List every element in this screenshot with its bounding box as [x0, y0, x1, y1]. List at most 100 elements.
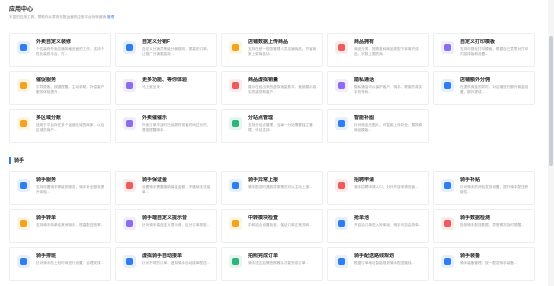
scrollbar[interactable]: [548, 0, 554, 286]
app-card[interactable]: 抢单池 开启后订单进入抢单池，骑手可自由抢单...: [327, 209, 429, 243]
app-card-desc: 检测骑手配送数据，异常情况及时提醒...: [460, 223, 525, 227]
sound-icon: [123, 217, 136, 230]
commission-icon: [441, 79, 454, 92]
app-card[interactable]: 骑手异常上报 骑手配送时遇到异常情况可以主动上报...: [221, 171, 323, 205]
print-icon: [441, 41, 454, 54]
app-card-desc: 针对骑手的补贴发放设置，提升骑手配送积极性...: [460, 185, 529, 194]
report-icon: [229, 179, 242, 192]
app-card-name: 隐私通话: [354, 77, 375, 83]
app-card[interactable]: 中转模块检查 中转站点设置检查，保证订单正常流转...: [221, 209, 323, 243]
app-card-name: 自定义分销F: [142, 39, 171, 45]
app-card-desc: 根据订单地址智能规划骑手配送路线...: [354, 261, 415, 265]
app-card-name: 更多功能、等你体验: [142, 77, 188, 83]
app-card-desc: 商品分类，按照各种商品类型下拿离开成品，字数上限的商...: [354, 47, 419, 56]
app-card-name: 招聘申请: [354, 177, 375, 183]
app-card-name: 外卖自定义装修: [36, 39, 72, 45]
app-card-name: 催促服务: [36, 77, 57, 83]
app-card-desc: 支持可视化打印模板，根据自己意思对打印内容排版和设置...: [460, 47, 529, 56]
page-subtitle: 丰富的应用工具，帮助你从零到无数运营的应用平台玩转营销 管理: [9, 14, 539, 20]
app-card-name: 自定义打印模板: [460, 39, 496, 45]
app-card[interactable]: 骑手数据检测检测骑手配送数据，异常情况及时提醒...: [433, 209, 535, 243]
app-card-desc: 支持在统一规范管理人员店铺商品，节省商家上架商品功...: [248, 47, 317, 56]
app-card[interactable]: 更多功能、等你体验 马上就出来...: [115, 71, 217, 105]
app-card-desc: 支持骑手转单给其他骑手，提高配送效率...: [36, 223, 104, 227]
shop-icon: [17, 41, 30, 54]
app-card[interactable]: 分站点管理 支持分站点管理，当每一分站需要独立管理，分站支持...: [221, 109, 323, 143]
share-icon: [123, 41, 136, 54]
subsidy-icon: [441, 179, 454, 192]
app-card-name: 多区域分账: [36, 115, 62, 121]
app-card-desc: 针对骑手的上班时间进行设置，合理安排...: [36, 261, 104, 265]
app-card[interactable]: 外卖催催乐 外卖订单不及时已经超时或者时间过长时，督促提醒骑手...: [115, 109, 217, 143]
app-card[interactable]: 拍照完成订单 骑手送达后需拍照确认才能完成订单...: [221, 247, 323, 281]
app-card-desc: 个性装修外卖店铺风格页面的工作，支持个性化装修平台，打...: [36, 47, 105, 56]
schedule-icon: [17, 255, 30, 268]
app-card[interactable]: 骑手服务 支持设置骑手等级的服务，骑手补全服务提升体验...: [9, 171, 111, 205]
app-card[interactable]: 骑手转单支持骑手转单给其他骑手，提高配送效率...: [9, 209, 111, 243]
goods-icon: [335, 41, 348, 54]
app-card[interactable]: 外卖自定义装修个性装修外卖店铺风格页面的工作，支持个性化装修平台，打...: [9, 33, 111, 67]
app-center-panel: 应用中心 丰富的应用工具，帮助你从零到无数运营的应用平台玩转营销 管理 外卖自定…: [0, 0, 548, 286]
app-card[interactable]: 店铺额外分佣 在提供佣金的同时，对店铺进行额外佣金设置，额外提成...: [433, 71, 535, 105]
phone-icon: [335, 79, 348, 92]
app-card-desc: 展示在给出来的虚拟销量数字，营销展示真实的感觉和客户...: [248, 85, 317, 94]
app-card-desc: 适用于平台存在多个运营区域的商家，以及区域的商户...: [36, 123, 105, 132]
deposit-icon: [123, 179, 136, 192]
app-card-name: 骑手排班: [36, 253, 57, 259]
app-card[interactable]: 骑手补贴针对骑手的补贴发放设置，提升骑手配送积极性...: [433, 171, 535, 205]
app-card-name: 骑手装备: [460, 253, 481, 259]
app-card-desc: 引导顾客，按键提醒，主动求助，补偿客户服务体验提升...: [36, 85, 105, 94]
app-card-name: 骑手数据检测: [460, 215, 491, 221]
app-card[interactable]: 招聘申请 骑手招聘申请入口，对外开放申请页面...: [327, 171, 429, 205]
app-card[interactable]: 智能补图 针对商品无图片，可智能上传补全，替换原商品模板...: [327, 109, 429, 143]
app-card[interactable]: 骑手保证金设置骑手需要缴纳保证金额，不缴纳无法接单...: [115, 171, 217, 205]
upload-icon: [229, 41, 242, 54]
app-card-desc: 针对骑手端自定义提示音，区分订单类型...: [142, 223, 210, 227]
app-card[interactable]: 骑手端自定义提示音针对骑手端自定义提示音，区分订单类型...: [115, 209, 217, 243]
manage-link[interactable]: 管理: [107, 15, 114, 19]
image-icon: [335, 117, 348, 130]
app-card-name: 商品拥有: [354, 39, 375, 45]
app-card-name: 骑手配送路线规划: [354, 253, 395, 259]
app-card[interactable]: 虚拟骑手自动接单 针对不同的订单，虚拟骑手自动接单配送...: [115, 247, 217, 281]
app-card-name: 骑手端自定义提示音: [142, 215, 188, 221]
app-card-name: 智能补图: [354, 115, 375, 121]
page-header: 应用中心 丰富的应用工具，帮助你从零到无数运营的应用平台玩转营销 管理: [0, 0, 548, 30]
site-icon: [229, 117, 242, 130]
app-card-desc: 外卖订单不及时已经超时或者时间过长时，督促提醒骑手...: [142, 123, 211, 132]
rider-icon: [17, 179, 30, 192]
more-icon: [123, 79, 136, 92]
app-card-name: 骑手补贴: [460, 177, 481, 183]
app-card[interactable]: 隐私通话隐私通话可以保护客户、骑手、顾客的真实手机号码...: [327, 71, 429, 105]
page-title: 应用中心: [9, 7, 34, 13]
section-title: 骑手: [14, 158, 25, 164]
app-card[interactable]: 骑手配送路线规划根据订单地址智能规划骑手配送路线...: [327, 247, 429, 281]
app-card[interactable]: 催促服务引导顾客，按键提醒，主动求助，补偿客户服务体验提升...: [9, 71, 111, 105]
app-card[interactable]: 多区域分账适用于平台存在多个运营区域的商家，以及区域的商户...: [9, 109, 111, 143]
auto-icon: [123, 255, 136, 268]
app-card[interactable]: 店铺数据上传商品 支持在统一规范管理人员店铺商品，节省商家上架商品功...: [221, 33, 323, 67]
app-card[interactable]: 商品虚拟销量 展示在给出来的虚拟销量数字，营销展示真实的感觉和客户...: [221, 71, 323, 105]
section-marker: [9, 157, 11, 164]
app-card-desc: 骑手配送时遇到异常情况可以主动上报...: [248, 185, 313, 189]
app-card-name: 骑手转单: [36, 215, 57, 221]
app-card-desc: 中转站点设置检查，保证订单正常流转...: [248, 223, 313, 227]
recruit-icon: [335, 179, 348, 192]
app-card[interactable]: 商品拥有商品分类，按照各种商品类型下拿离开成品，字数上限的商...: [327, 33, 429, 67]
app-card[interactable]: 骑手排班针对骑手的上班时间进行设置，合理安排...: [9, 247, 111, 281]
remind-icon: [17, 79, 30, 92]
equip-icon: [441, 255, 454, 268]
app-card-name: 骑手保证金: [142, 177, 168, 183]
app-card-name: 分站点管理: [248, 115, 274, 121]
app-card-desc: 支持设置骑手等级的服务，骑手补全服务提升体验...: [36, 185, 105, 194]
app-card[interactable]: 骑手装备 骑手装备管理，统一配发骑手装备...: [433, 247, 535, 281]
app-card-name: 店铺额外分佣: [460, 77, 491, 83]
app-card-desc: 设置骑手需要缴纳保证金额，不缴纳无法接单...: [142, 185, 211, 194]
app-card[interactable]: 自定义打印模板支持可视化打印模板，根据自己意思对打印内容排版和设置...: [433, 33, 535, 67]
app-card-desc: 隐私通话可以保护客户、骑手、顾客的真实手机号码...: [354, 85, 423, 94]
scrollbar-thumb[interactable]: [549, 36, 553, 166]
route-icon: [335, 255, 348, 268]
pool-icon: [335, 217, 348, 230]
app-card[interactable]: 自定义分销F 自定义分销员等级分佣规则，更高的订单，让推广分销更高效...: [115, 33, 217, 67]
app-card-desc: 骑手送达后需拍照确认才能完成订单...: [248, 261, 309, 265]
